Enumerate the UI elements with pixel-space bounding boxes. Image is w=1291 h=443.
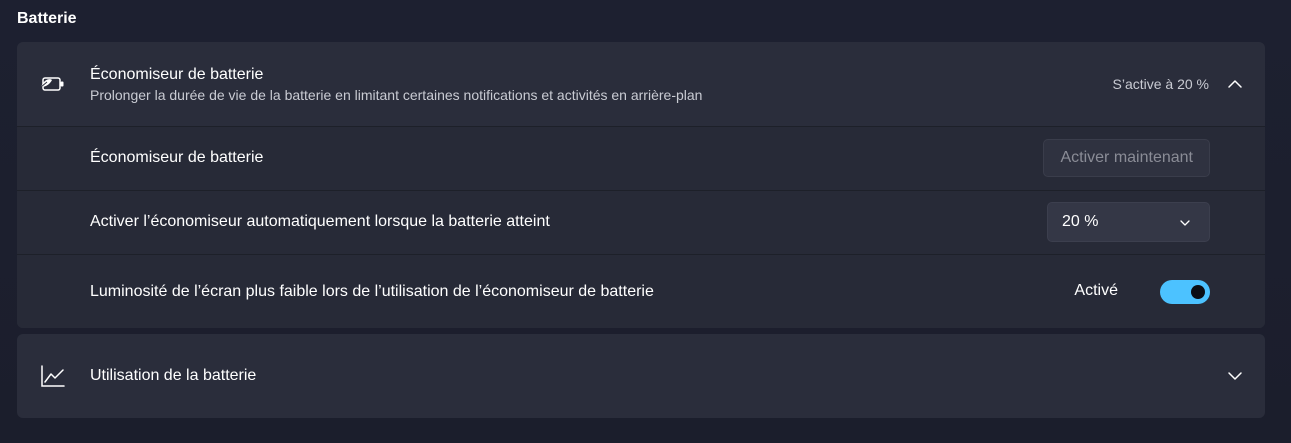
battery-saver-now-row: Économiseur de batterie Activer maintena… xyxy=(17,126,1265,190)
battery-saver-description: Prolonger la durée de vie de la batterie… xyxy=(90,87,703,103)
chevron-down-icon xyxy=(1179,216,1191,234)
settings-page: Batterie Économiseur de batterie Prolong… xyxy=(0,0,1291,443)
auto-threshold-label: Activer l’économiseur automatiquement lo… xyxy=(90,213,550,230)
auto-threshold-row: Activer l’économiseur automatiquement lo… xyxy=(17,190,1265,254)
threshold-dropdown[interactable]: 20 % xyxy=(1047,202,1210,242)
lower-brightness-toggle[interactable] xyxy=(1160,280,1210,304)
chevron-up-icon[interactable] xyxy=(1227,76,1243,92)
battery-saver-now-label: Économiseur de batterie xyxy=(90,149,264,166)
section-title: Batterie xyxy=(17,10,77,27)
battery-saver-card: Économiseur de batterie Prolonger la dur… xyxy=(17,42,1265,328)
threshold-dropdown-value: 20 % xyxy=(1062,213,1099,230)
toggle-state-label: Activé xyxy=(1074,282,1118,299)
chart-line-icon xyxy=(37,360,69,392)
chevron-down-icon[interactable] xyxy=(1227,368,1243,384)
battery-usage-title: Utilisation de la batterie xyxy=(90,367,257,384)
activate-now-button[interactable]: Activer maintenant xyxy=(1043,139,1210,177)
battery-saver-header-text: Économiseur de batterie Prolonger la dur… xyxy=(90,65,702,104)
battery-saver-icon xyxy=(37,68,69,100)
battery-saver-title: Économiseur de batterie xyxy=(90,66,264,83)
battery-usage-card[interactable]: Utilisation de la batterie xyxy=(17,334,1265,418)
lower-brightness-row: Luminosité de l’écran plus faible lors d… xyxy=(17,254,1265,328)
battery-saver-header[interactable]: Économiseur de batterie Prolonger la dur… xyxy=(17,42,1265,126)
lower-brightness-label: Luminosité de l’écran plus faible lors d… xyxy=(90,283,654,300)
battery-saver-status: S’active à 20 % xyxy=(1112,76,1210,92)
toggle-knob xyxy=(1191,285,1205,299)
